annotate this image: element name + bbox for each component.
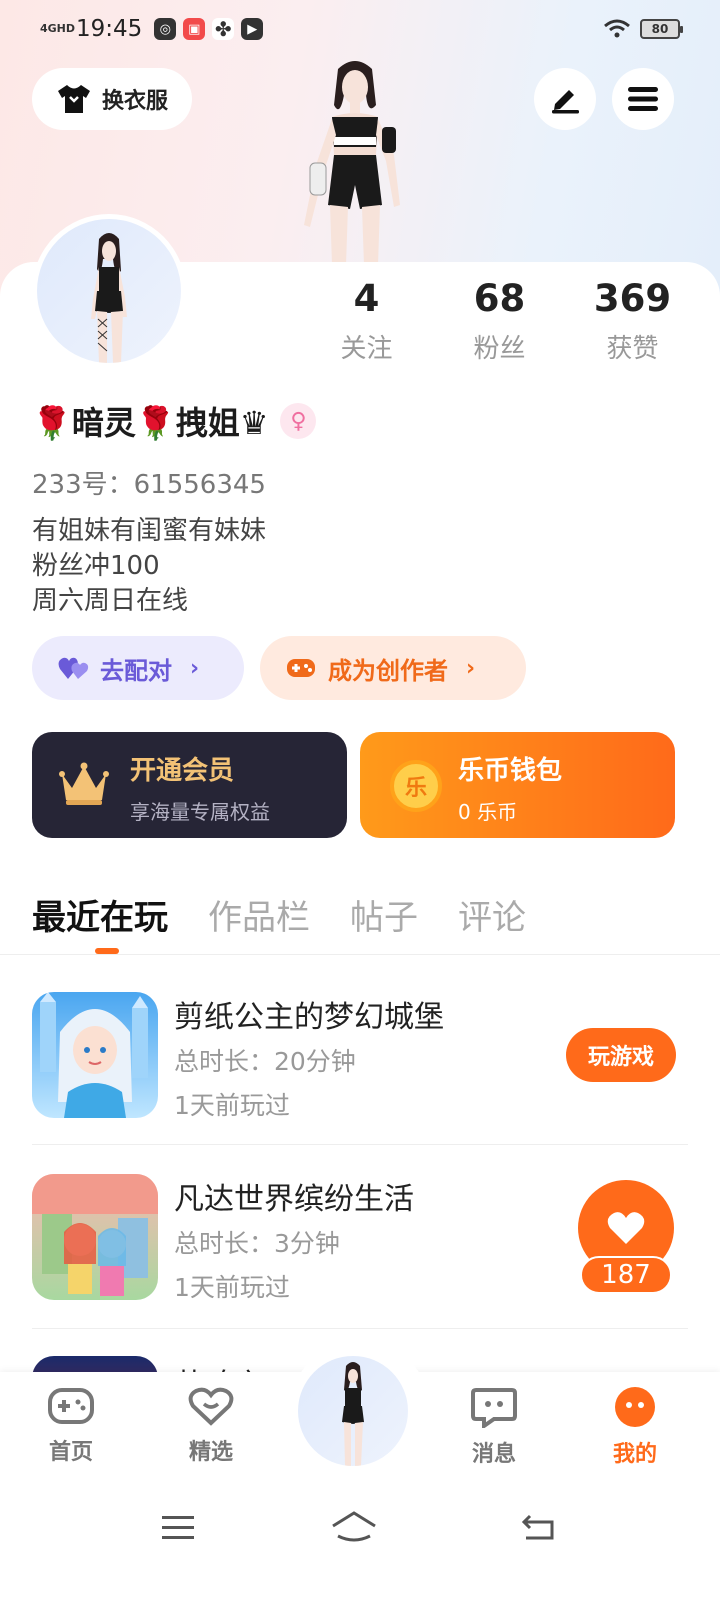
wallet-card[interactable]: 乐 乐币钱包 0 乐币 — [360, 732, 675, 838]
nav-me-label: 我的 — [612, 1442, 657, 1467]
user-id: 233号：61556345 — [32, 470, 266, 500]
play-icon: ▶ — [241, 18, 264, 40]
heart-icon — [607, 1212, 645, 1244]
battery-icon: 80 — [640, 19, 683, 39]
kuaishou-icon: ▣ — [183, 18, 206, 40]
match-button[interactable]: 去配对 › — [32, 636, 244, 700]
pencil-icon — [552, 90, 579, 114]
crown-icon — [59, 762, 109, 805]
game-list-item[interactable]: 剪纸公主的梦幻城堡 总时长：20分钟 1天前玩过 玩游戏 — [32, 992, 688, 1122]
stat-following[interactable]: 4 关注 — [300, 276, 433, 365]
female-gender-icon: ♀ — [280, 403, 317, 439]
list-divider — [32, 1144, 688, 1145]
following-label: 关注 — [340, 334, 393, 364]
game-title: 剪纸公主的梦幻城堡 — [174, 1000, 444, 1035]
become-creator-label: 成为创作者 — [328, 656, 448, 685]
menu-icon — [628, 87, 658, 111]
nav-messages-label: 消息 — [471, 1442, 516, 1467]
profile-avatar[interactable] — [32, 214, 186, 368]
followers-label: 粉丝 — [473, 334, 526, 364]
game-last-played: 1天前玩过 — [174, 1273, 290, 1302]
back-icon[interactable] — [520, 1512, 556, 1542]
edit-profile-button[interactable] — [534, 68, 596, 130]
game-title: 凡达世界缤纷生活 — [174, 1182, 414, 1217]
nav-messages[interactable]: 消息 — [449, 1386, 539, 1468]
app-flower-icon: ✤ — [212, 17, 235, 41]
bio-line: 粉丝冲100 — [32, 551, 160, 581]
tab-posts[interactable]: 帖子 — [350, 890, 418, 939]
profile-name-row: 🌹暗灵🌹拽姐♛ ♀ — [32, 398, 317, 444]
status-bar: 4GHD 19:45 ◎ ▣ ✤ ▶ 80 — [40, 12, 683, 46]
avatar-figure — [342, 1362, 364, 1466]
nav-me[interactable]: 我的 — [590, 1386, 680, 1468]
tab-works[interactable]: 作品栏 — [208, 890, 310, 939]
browser-icon: ◎ — [154, 18, 177, 40]
coin-icon: 乐 — [390, 760, 442, 812]
home-icon[interactable] — [330, 1510, 378, 1544]
vip-title: 开通会员 — [130, 756, 235, 786]
likes-count: 369 — [593, 277, 672, 320]
chevron-right-icon: › — [466, 655, 476, 681]
bio-line: 周六周日在线 — [32, 586, 189, 616]
recent-apps-icon[interactable] — [160, 1514, 196, 1542]
game-duration: 总时长：3分钟 — [174, 1229, 340, 1258]
followers-count: 68 — [473, 277, 526, 320]
double-heart-icon — [58, 657, 89, 679]
system-nav-bar — [0, 1482, 720, 1600]
vip-subtitle: 享海量专属权益 — [130, 800, 270, 824]
face-icon — [615, 1387, 655, 1427]
play-game-button[interactable]: 玩游戏 — [566, 1028, 676, 1082]
likes-label: 获赞 — [606, 334, 659, 364]
like-count-badge: 187 — [580, 1256, 672, 1294]
nav-home[interactable]: 首页 — [26, 1386, 116, 1466]
center-avatar-button[interactable] — [298, 1356, 408, 1466]
game-icon-vanda-world — [32, 1174, 158, 1300]
wifi-icon — [604, 19, 630, 38]
avatar-figure — [91, 233, 127, 363]
tab-divider — [0, 954, 720, 955]
chevron-right-icon: › — [190, 655, 200, 681]
wallet-title: 乐币钱包 — [458, 756, 563, 786]
game-duration: 总时长：20分钟 — [174, 1047, 356, 1076]
game-icon-paper-princess — [32, 992, 158, 1118]
tab-recent-play[interactable]: 最近在玩 — [32, 890, 168, 939]
stat-likes[interactable]: 369 获赞 — [566, 276, 699, 365]
profile-bio: 有姐妹有闺蜜有妹妹 粉丝冲100 周六周日在线 — [32, 514, 266, 619]
profile-stats: 4 关注 68 粉丝 369 获赞 — [300, 276, 700, 365]
list-divider — [32, 1328, 688, 1329]
profile-name: 🌹暗灵🌹拽姐♛ — [32, 404, 269, 442]
heart-outline-icon — [188, 1387, 234, 1426]
shirt-icon — [57, 85, 90, 113]
vip-card[interactable]: 开通会员 享海量专属权益 — [32, 732, 347, 838]
chat-bubble-icon — [471, 1388, 517, 1430]
nav-featured-label: 精选 — [188, 1440, 233, 1465]
tab-comments[interactable]: 评论 — [458, 890, 526, 939]
network-indicator: 4GHD — [40, 22, 76, 35]
profile-tabs: 最近在玩 作品栏 帖子 评论 — [32, 890, 526, 939]
stat-followers[interactable]: 68 粉丝 — [433, 276, 566, 365]
menu-button[interactable] — [612, 68, 674, 130]
bio-line: 有姐妹有闺蜜有妹妹 — [32, 516, 267, 546]
match-label: 去配对 — [100, 656, 172, 685]
following-count: 4 — [353, 277, 380, 320]
nav-featured[interactable]: 精选 — [166, 1386, 256, 1466]
status-time: 19:45 — [76, 16, 143, 42]
become-creator-button[interactable]: 成为创作者 › — [260, 636, 526, 700]
game-last-played: 1天前玩过 — [174, 1091, 290, 1120]
change-outfit-label: 换衣服 — [101, 89, 168, 114]
gamepad-icon — [287, 659, 315, 677]
change-outfit-button[interactable]: 换衣服 — [32, 68, 192, 130]
wallet-balance: 0 乐币 — [458, 800, 518, 824]
avatar-3d-figure[interactable] — [280, 55, 430, 265]
gamepad-icon — [48, 1388, 94, 1424]
nav-home-label: 首页 — [48, 1440, 93, 1465]
